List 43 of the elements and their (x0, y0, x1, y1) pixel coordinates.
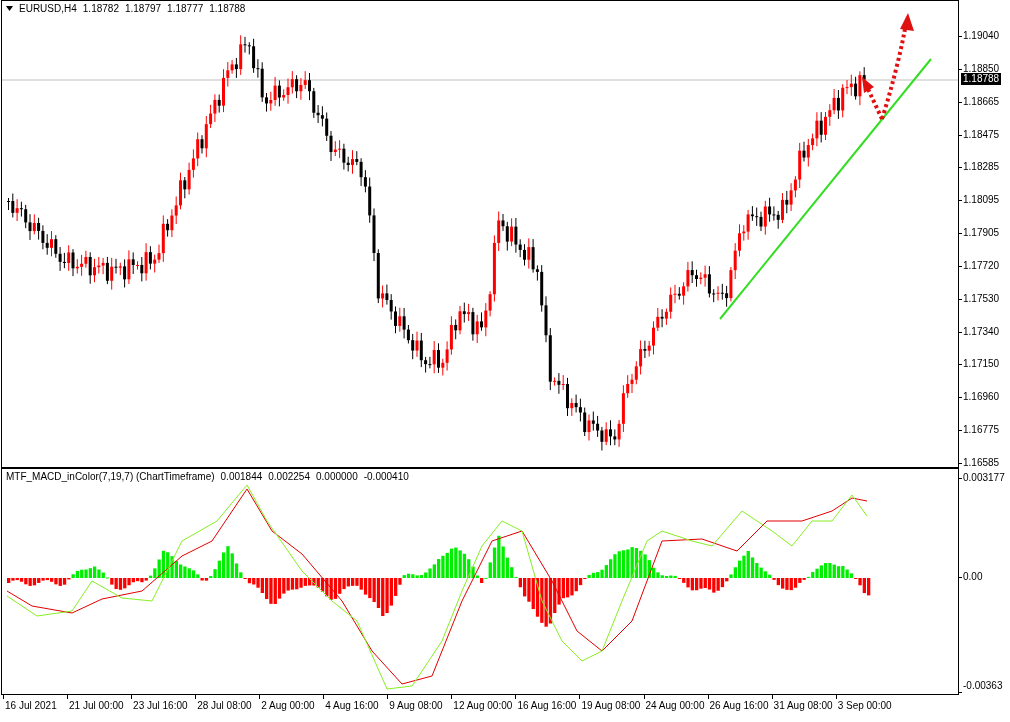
price-axis-label: 1.16960 (963, 391, 1000, 404)
indicator-axis-label: -0.00363 (963, 680, 1003, 692)
indicator-name: MTF_MACD_inColor(7,19,7) (ChartTimeframe) (6, 471, 215, 482)
symbol-label: EURUSD,H4 (19, 3, 77, 14)
price-axis-label: 1.19040 (963, 30, 1000, 42)
price-axis-label: 1.16775 (963, 424, 1000, 437)
quote-value: 1.18797 (124, 3, 162, 14)
time-axis-label: 24 Aug 00:00 (645, 700, 705, 711)
price-axis-label: 1.18850 (963, 62, 1000, 74)
price-axis-label: 1.17720 (963, 259, 1000, 272)
price-axis-label: 1.17340 (963, 325, 1000, 338)
quote-value: 1.18777 (167, 3, 204, 14)
time-axis-label: 4 Aug 16:00 (325, 700, 379, 711)
price-axis-label: 1.17150 (963, 358, 1000, 371)
time-axis-label: 19 Aug 08:00 (581, 700, 641, 711)
price-axis-label: 1.17530 (963, 292, 1000, 305)
price-axis-label: 1.18665 (963, 95, 1000, 108)
time-axis-label: 28 Jul 08:00 (197, 700, 252, 711)
time-axis-label: 23 Jul 16:00 (133, 700, 188, 711)
time-axis-label: 26 Aug 16:00 (709, 700, 769, 711)
current-price-label: 1.18788 (961, 73, 1002, 85)
indicator-value: -0.000410 (363, 471, 409, 482)
price-axis-label: 1.17905 (963, 227, 1000, 240)
indicator-value: 0.002254 (268, 471, 310, 482)
time-axis-label: 21 Jul 00:00 (69, 700, 124, 711)
indicator-value: 0.000000 (316, 471, 358, 482)
time-axis-label: 16 Jul 2021 (5, 700, 57, 711)
dropdown-icon[interactable] (6, 6, 13, 11)
indicator-axis-label: 0.003177 (963, 472, 1005, 484)
time-axis-label: 31 Aug 08:00 (773, 700, 833, 711)
price-axis-label: 1.18475 (963, 128, 1000, 141)
quote-value: 1.18788 (209, 3, 246, 14)
time-axis-label: 3 Sep 00:00 (837, 700, 892, 711)
price-axis-label: 1.16585 (963, 457, 1000, 469)
quote-value: 1.18782 (82, 3, 119, 14)
indicator-value: 0.001844 (220, 471, 263, 482)
time-axis-label: 9 Aug 08:00 (389, 700, 443, 711)
price-axis-label: 1.18285 (963, 161, 1000, 174)
price-axis-label: 1.18095 (963, 194, 1000, 207)
indicator-axis-label: 0.00 (963, 571, 983, 583)
time-axis-label: 16 Aug 16:00 (517, 700, 577, 711)
time-axis-label: 2 Aug 00:00 (261, 700, 315, 711)
time-axis-label: 12 Aug 00:00 (453, 700, 513, 711)
